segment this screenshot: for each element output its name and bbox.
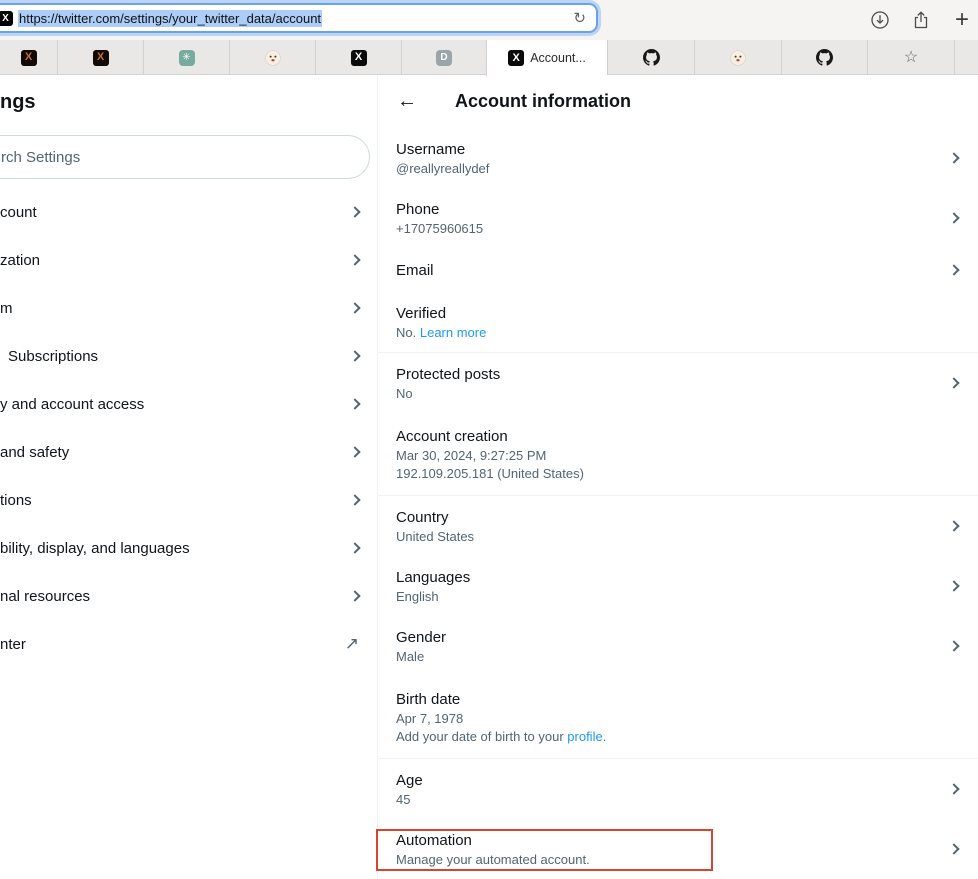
row-birth-date: Birth date Apr 7, 1978 Add your date of …: [378, 676, 978, 758]
chevron-right-icon: [948, 152, 959, 163]
tab-star[interactable]: ☆: [867, 40, 954, 75]
chevron-right-icon: [948, 520, 959, 531]
page-title: Account information: [455, 91, 631, 112]
row-languages[interactable]: Languages English: [378, 556, 978, 616]
share-icon[interactable]: [911, 10, 931, 30]
tab-smiley[interactable]: [229, 40, 315, 75]
chevron-right-icon: [349, 542, 360, 553]
row-gender[interactable]: Gender Male: [378, 616, 978, 676]
new-tab-icon[interactable]: +: [952, 10, 972, 30]
chevron-right-icon: [349, 398, 360, 409]
browser-toolbar: X https://twitter.com/settings/your_twit…: [0, 0, 978, 40]
chevron-right-icon: [349, 254, 360, 265]
github-logo-icon: [816, 49, 833, 66]
chevron-right-icon: [948, 640, 959, 651]
row-account-creation: Account creation Mar 30, 2024, 9:27:25 P…: [378, 413, 978, 495]
tab-x[interactable]: X: [57, 40, 143, 75]
profile-link[interactable]: profile: [567, 729, 602, 744]
tab-x[interactable]: X: [0, 40, 57, 75]
x-logo-icon: X: [21, 50, 37, 66]
sidebar-item-premium[interactable]: m: [0, 284, 377, 332]
smiley-face-icon: [730, 50, 746, 66]
external-link-icon: ↗: [345, 634, 359, 654]
chevron-right-icon: [948, 264, 959, 275]
settings-title: ngs: [0, 91, 377, 114]
tab-x[interactable]: X: [315, 40, 401, 75]
chevron-right-icon: [349, 446, 360, 457]
chevron-right-icon: [349, 590, 360, 601]
back-button[interactable]: ←: [395, 90, 419, 113]
search-settings-input[interactable]: [1, 149, 301, 166]
url-input[interactable]: X https://twitter.com/settings/your_twit…: [0, 3, 598, 33]
x-favicon-icon: X: [0, 11, 13, 26]
sidebar-item-monetization[interactable]: zation: [0, 236, 377, 284]
chevron-right-icon: [349, 206, 360, 217]
sidebar-item-privacy-safety[interactable]: and safety: [0, 428, 377, 476]
learn-more-link[interactable]: Learn more: [420, 325, 486, 340]
tab-account-active[interactable]: X Account...: [486, 40, 607, 76]
sidebar-item-notifications[interactable]: tions: [0, 476, 377, 524]
x-logo-icon: X: [351, 50, 367, 66]
smiley-face-icon: [265, 50, 281, 66]
tab-chatgpt[interactable]: ✳: [143, 40, 229, 75]
row-country[interactable]: Country United States: [378, 496, 978, 556]
star-icon: ☆: [903, 50, 919, 66]
tab-d[interactable]: D: [401, 40, 486, 75]
row-phone[interactable]: Phone +17075960615: [378, 188, 978, 248]
sidebar-item-additional-resources[interactable]: nal resources: [0, 572, 377, 620]
url-text-selected: https://twitter.com/settings/your_twitte…: [18, 10, 322, 27]
settings-sidebar: ngs count zation m Subscriptions y and a…: [0, 75, 378, 879]
chevron-right-icon: [349, 302, 360, 313]
tab-bar-filler: [954, 40, 978, 74]
tab-github[interactable]: [607, 40, 694, 75]
x-logo-icon: X: [93, 50, 109, 66]
account-information-panel: ← Account information Username @reallyre…: [378, 75, 978, 879]
tab-title: Account...: [530, 51, 586, 65]
chevron-right-icon: [948, 783, 959, 794]
sidebar-item-accessibility-display-languages[interactable]: bility, display, and languages: [0, 524, 377, 572]
chevron-right-icon: [948, 377, 959, 388]
chatgpt-logo-icon: ✳: [179, 50, 195, 66]
x-logo-icon: X: [508, 50, 524, 66]
row-email[interactable]: Email: [378, 248, 978, 292]
downloads-icon[interactable]: [870, 10, 890, 30]
sidebar-item-help-center[interactable]: nter↗: [0, 620, 377, 668]
row-protected-posts[interactable]: Protected posts No: [378, 353, 978, 413]
chevron-right-icon: [948, 212, 959, 223]
tab-github[interactable]: [781, 40, 867, 75]
sidebar-item-your-account[interactable]: count: [0, 188, 377, 236]
letter-d-icon: D: [436, 50, 452, 66]
tab-bar: X X ✳ X D X Account... ☆: [0, 40, 978, 75]
chevron-right-icon: [349, 494, 360, 505]
search-settings-box[interactable]: [0, 135, 370, 179]
row-verified: Verified No. Learn more: [378, 292, 978, 352]
tab-smiley[interactable]: [694, 40, 781, 75]
sidebar-item-subscriptions[interactable]: Subscriptions: [0, 332, 377, 380]
chevron-right-icon: [349, 350, 360, 361]
row-username[interactable]: Username @reallyreallydef: [378, 128, 978, 188]
github-logo-icon: [643, 49, 660, 66]
row-automation[interactable]: Automation Manage your automated account…: [378, 819, 978, 879]
row-age[interactable]: Age 45: [378, 759, 978, 819]
chevron-right-icon: [948, 580, 959, 591]
sidebar-item-security-account-access[interactable]: y and account access: [0, 380, 377, 428]
reload-icon[interactable]: ↻: [573, 9, 586, 27]
chevron-right-icon: [948, 843, 959, 854]
